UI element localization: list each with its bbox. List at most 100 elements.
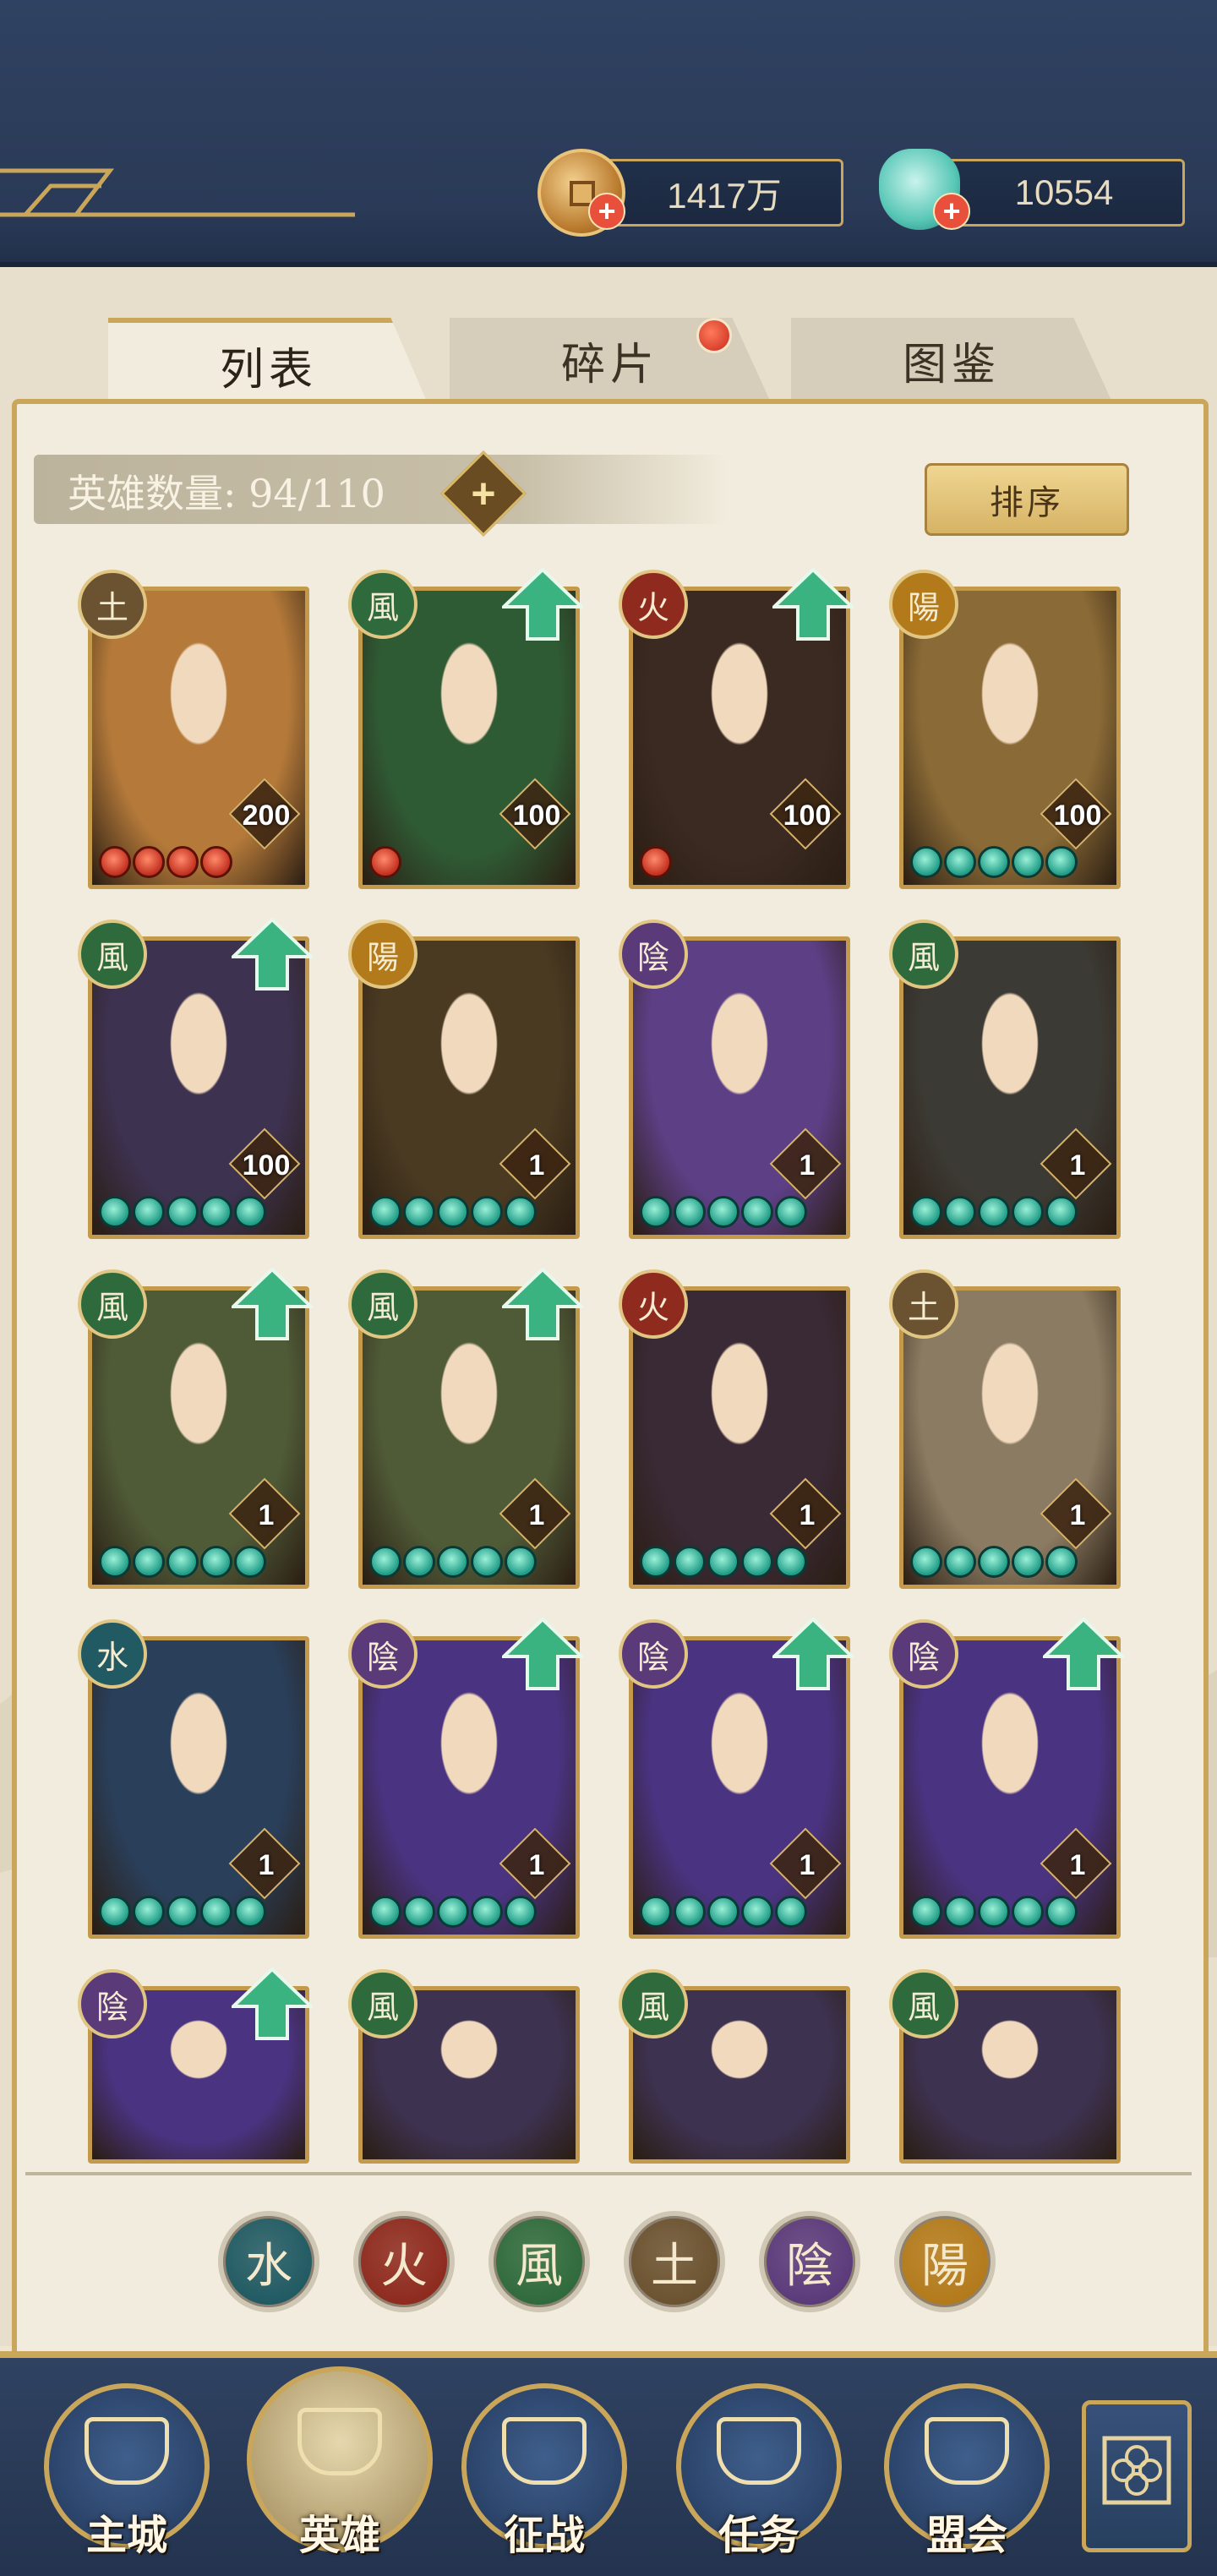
city-gate-icon (85, 2416, 169, 2485)
element-filter-button[interactable]: 火 (353, 2211, 455, 2312)
star-icon (674, 1546, 706, 1578)
element-badge-icon: 陽 (348, 920, 417, 989)
star-icon (741, 1896, 773, 1928)
star-icon (640, 1196, 672, 1228)
star-icon (707, 1896, 739, 1928)
star-icon (707, 1196, 739, 1228)
hero-level: 1 (1069, 1499, 1086, 1531)
hero-level: 100 (783, 800, 832, 832)
star-icon (471, 1196, 503, 1228)
hero-level: 1 (258, 1849, 275, 1881)
star-icon (978, 1196, 1010, 1228)
star-icon (741, 1196, 773, 1228)
flower-menu-icon (1102, 2436, 1171, 2505)
element-filter-button[interactable]: 陰 (759, 2211, 860, 2312)
upgrade-arrow-icon (1043, 1618, 1124, 1690)
element-badge-icon: 陰 (78, 1969, 147, 2038)
star-icon (1012, 846, 1044, 878)
star-icon (200, 1546, 232, 1578)
tab-list[interactable]: 列表 (108, 318, 429, 407)
hero-level: 1 (528, 1499, 545, 1531)
add-jade-button[interactable]: + (933, 193, 970, 230)
star-icon (99, 1546, 131, 1578)
add-copper-button[interactable]: + (588, 193, 625, 230)
star-icon (1012, 1896, 1044, 1928)
nav-label: 盟会 (925, 2512, 1007, 2559)
star-icon (674, 1896, 706, 1928)
element-badge-icon: 火 (619, 570, 688, 639)
upgrade-arrow-icon (772, 568, 854, 641)
star-rating (369, 1896, 537, 1929)
hero-level: 1 (528, 1849, 545, 1881)
star-icon (471, 1546, 503, 1578)
star-icon (674, 1196, 706, 1228)
star-icon (944, 1196, 976, 1228)
element-badge-icon: 陰 (348, 1619, 417, 1689)
element-badge-icon: 火 (619, 1269, 688, 1339)
star-icon (640, 1896, 672, 1928)
upgrade-arrow-icon (232, 1268, 313, 1340)
star-icon (775, 1546, 807, 1578)
plus-icon: + (471, 470, 496, 517)
hero-level: 1 (799, 1499, 816, 1531)
hero-level: 1 (1069, 1149, 1086, 1182)
star-rating (369, 846, 401, 880)
star-icon (166, 846, 199, 878)
star-icon (99, 1896, 131, 1928)
star-icon (234, 1896, 266, 1928)
star-icon (437, 1896, 469, 1928)
star-rating (99, 1896, 266, 1929)
star-icon (505, 1896, 537, 1928)
upgrade-arrow-icon (772, 1618, 854, 1690)
star-icon (133, 1896, 165, 1928)
tab-codex[interactable]: 图鉴 (791, 318, 1112, 402)
hero-level: 1 (799, 1849, 816, 1881)
element-badge-icon: 風 (889, 1969, 958, 2038)
star-icon (166, 1196, 199, 1228)
cloud-pattern-decoration (0, 168, 355, 217)
star-icon (944, 1546, 976, 1578)
element-badge-icon: 陰 (619, 1619, 688, 1689)
star-icon (1045, 1196, 1078, 1228)
star-icon (1012, 1546, 1044, 1578)
element-filter-button[interactable]: 陽 (894, 2211, 996, 2312)
star-icon (369, 1196, 401, 1228)
star-rating (910, 846, 1078, 880)
more-menu-button[interactable] (1082, 2400, 1192, 2552)
tab-label: 图鉴 (902, 339, 1001, 390)
star-icon (166, 1896, 199, 1928)
star-icon (505, 1196, 537, 1228)
star-icon (978, 846, 1010, 878)
element-badge-icon: 土 (78, 570, 147, 639)
star-icon (133, 1196, 165, 1228)
list-bottom-divider (25, 2164, 1192, 2175)
star-rating (640, 1546, 807, 1580)
star-icon (200, 1196, 232, 1228)
star-icon (775, 1896, 807, 1928)
element-filter-button[interactable]: 風 (488, 2211, 590, 2312)
hero-level: 1 (528, 1149, 545, 1182)
element-filter-button[interactable]: 土 (624, 2211, 725, 2312)
sort-button[interactable]: 排序 (925, 463, 1129, 536)
jade-amount: 10554 (1014, 172, 1114, 212)
hero-portrait-icon (297, 2408, 382, 2476)
element-badge-icon: 風 (348, 1269, 417, 1339)
hero-level: 100 (242, 1149, 291, 1182)
star-rating (640, 1896, 807, 1929)
tab-label: 碎片 (560, 339, 659, 390)
nav-label: 征战 (503, 2512, 585, 2559)
star-rating (640, 1196, 807, 1230)
hero-level: 200 (242, 800, 291, 832)
upgrade-arrow-icon (502, 1268, 583, 1340)
star-icon (978, 1546, 1010, 1578)
star-icon (505, 1546, 537, 1578)
star-rating (910, 1546, 1078, 1580)
star-icon (99, 846, 131, 878)
element-filter-button[interactable]: 水 (218, 2211, 319, 2312)
star-icon (403, 1196, 435, 1228)
star-icon (99, 1196, 131, 1228)
upgrade-arrow-icon (232, 918, 313, 991)
star-icon (1045, 1546, 1078, 1578)
element-badge-icon: 風 (348, 1969, 417, 2038)
star-icon (640, 1546, 672, 1578)
